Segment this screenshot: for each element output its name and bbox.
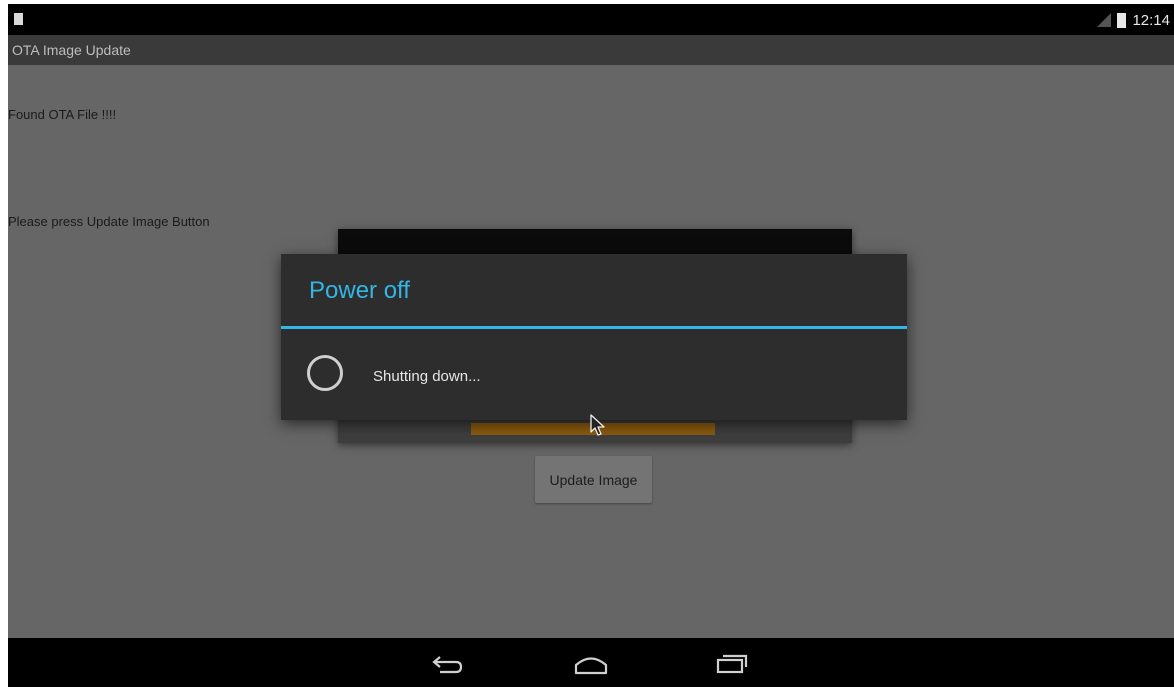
dialog-title: Power off [309, 277, 410, 304]
action-bar: OTA Image Update [8, 35, 1174, 65]
battery-icon [1117, 12, 1127, 28]
found-ota-text: Found OTA File !!!! [8, 107, 117, 122]
status-right-group: 12:14 [1097, 10, 1170, 30]
navigation-bar [8, 638, 1174, 687]
notification-icon [14, 13, 23, 25]
dialog-message: Shutting down... [373, 368, 481, 385]
status-clock: 12:14 [1132, 11, 1170, 29]
progress-spinner-icon [307, 355, 343, 391]
update-image-button[interactable]: Update Image [535, 456, 652, 503]
background-dialog-header [338, 229, 852, 254]
status-bar: 12:14 [8, 4, 1174, 35]
mouse-cursor-icon [590, 414, 605, 436]
recent-apps-icon[interactable] [712, 650, 752, 678]
device-screen: 12:14 OTA Image Update Found OTA File !!… [8, 4, 1174, 687]
home-icon[interactable] [571, 650, 611, 678]
back-icon[interactable] [426, 650, 466, 678]
signal-icon [1097, 13, 1112, 27]
instruction-text: Please press Update Image Button [8, 214, 210, 229]
dialog-divider [281, 326, 907, 329]
power-off-dialog: Power off Shutting down... [281, 254, 907, 420]
app-title: OTA Image Update [12, 42, 131, 58]
